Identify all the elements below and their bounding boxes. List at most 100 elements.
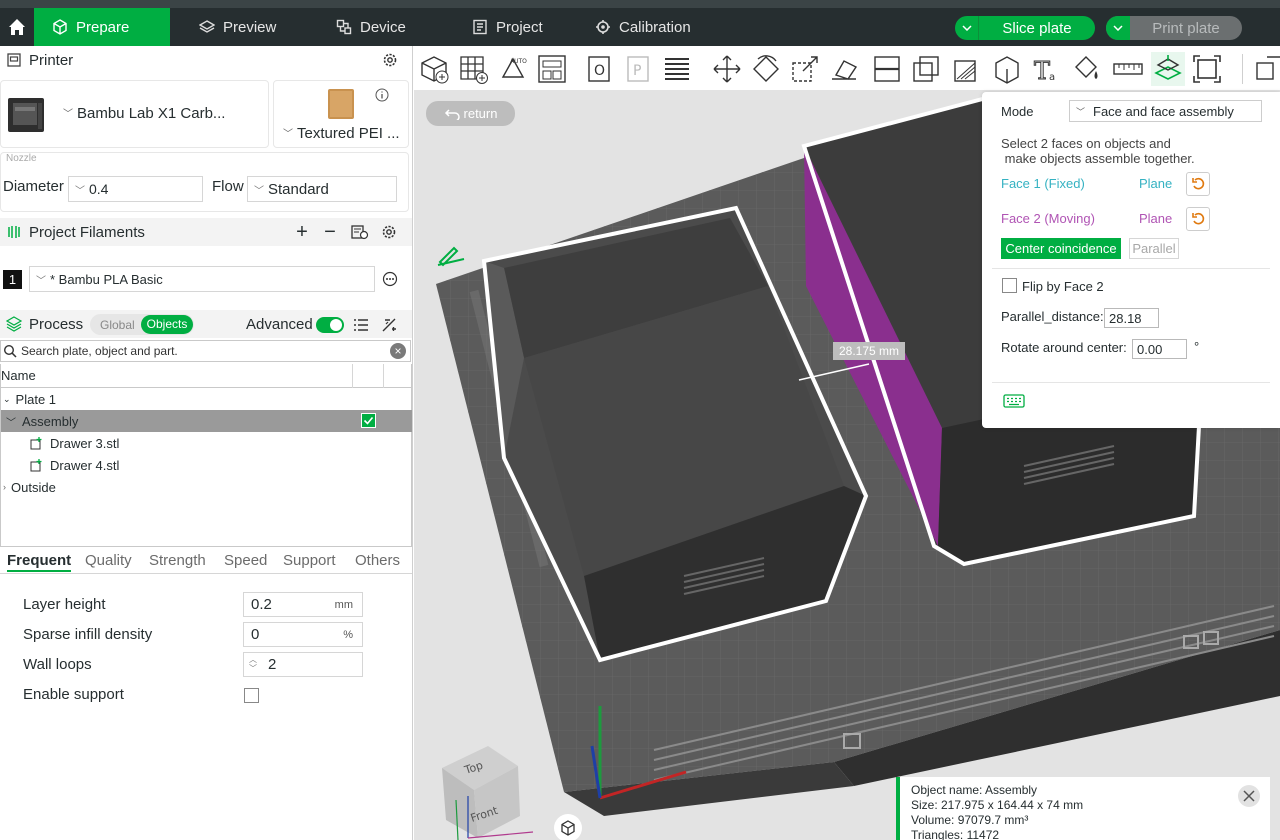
layer-height-label: Layer height <box>23 596 106 613</box>
remove-filament-button[interactable]: − <box>320 221 340 243</box>
lay-on-face-button[interactable] <box>827 52 861 86</box>
global-objects-toggle[interactable]: Global Objects <box>90 314 194 335</box>
face-2-reset-button[interactable] <box>1186 207 1210 231</box>
face-1-type: Plane <box>1139 176 1173 191</box>
cut-button[interactable] <box>870 52 904 86</box>
boolean-button[interactable] <box>909 52 943 86</box>
plate-card[interactable]: ﹀ Textured PEI ... <box>273 80 409 148</box>
printer-card[interactable]: ﹀ Bambu Lab X1 Carb... <box>0 80 269 148</box>
slice-dropdown-toggle[interactable] <box>955 16 979 40</box>
subtab-speed[interactable]: Speed <box>224 552 267 569</box>
compare-button[interactable] <box>379 315 399 335</box>
advanced-toggle[interactable] <box>316 317 344 333</box>
list-view-button[interactable] <box>351 315 371 335</box>
text-button[interactable]: Ta <box>1030 52 1064 86</box>
stepper-arrows-icon[interactable]: ︿ ﹀ <box>249 655 257 673</box>
filament-sync-button[interactable] <box>350 222 370 242</box>
parallel-distance-value: 28.18 <box>1109 310 1142 326</box>
return-arrow-icon <box>444 108 460 120</box>
flip-checkbox[interactable] <box>1002 278 1017 293</box>
layer-height-input[interactable]: 0.2 mm <box>243 592 363 617</box>
assembly-icon <box>1154 55 1182 80</box>
subtab-strength[interactable]: Strength <box>149 552 206 569</box>
plate-view-button[interactable]: O <box>582 52 616 86</box>
arrange-button[interactable] <box>535 52 569 86</box>
auto-orient-button[interactable]: AUTO <box>496 52 530 86</box>
tab-preview[interactable]: Preview <box>181 8 294 46</box>
edit-plate-icon[interactable] <box>437 246 465 267</box>
move-button[interactable] <box>710 52 744 86</box>
wall-loops-input[interactable]: ︿ ﹀ 2 <box>243 652 363 677</box>
tab-project[interactable]: Project <box>454 8 561 46</box>
chevron-down-icon: ﹀ <box>75 185 85 197</box>
keyboard-shortcuts-button[interactable] <box>1003 394 1025 411</box>
print-plate-button[interactable]: Print plate <box>1106 16 1242 40</box>
home-icon <box>9 19 25 35</box>
infill-density-input[interactable]: 0 % <box>243 622 363 647</box>
plate-p-button[interactable]: P <box>621 52 655 86</box>
global-option[interactable]: Global <box>100 318 135 332</box>
filament-select[interactable]: ﹀ * Bambu PLA Basic <box>29 266 375 292</box>
add-filament-button[interactable]: + <box>292 221 312 243</box>
color-paint-button[interactable] <box>1069 52 1103 86</box>
subtab-others[interactable]: Others <box>355 552 400 569</box>
view-toggle-button[interactable] <box>554 814 582 840</box>
face-1-reset-button[interactable] <box>1186 172 1210 196</box>
mode-select[interactable]: ﹀ Face and face assembly <box>1069 100 1262 122</box>
flow-label: Flow <box>212 178 244 195</box>
filament-settings-button[interactable] <box>379 222 399 242</box>
home-button[interactable] <box>0 8 34 46</box>
diameter-select[interactable]: ﹀ 0.4 <box>68 176 203 202</box>
support-paint-button[interactable] <box>948 52 982 86</box>
filament-more-button[interactable] <box>380 269 400 289</box>
search-placeholder[interactable]: Search plate, object and part. <box>21 344 178 358</box>
object-search-box[interactable]: Search plate, object and part. × <box>0 340 411 362</box>
subtab-frequent[interactable]: Frequent <box>7 552 72 572</box>
return-label: return <box>463 106 498 121</box>
close-info-button[interactable] <box>1238 785 1260 807</box>
seam-paint-button[interactable] <box>990 52 1024 86</box>
fit-view-button[interactable] <box>1190 52 1224 86</box>
parallel-button[interactable]: Parallel <box>1129 238 1179 259</box>
assembly-checkbox[interactable] <box>361 413 376 428</box>
tree-row-assembly[interactable]: ﹀ Assembly <box>1 410 412 432</box>
print-dropdown-toggle[interactable] <box>1106 16 1130 40</box>
enable-support-checkbox[interactable] <box>244 688 259 703</box>
subtab-quality[interactable]: Quality <box>85 552 132 569</box>
subtab-support[interactable]: Support <box>283 552 336 569</box>
layers-button[interactable] <box>660 52 694 86</box>
info-icon[interactable] <box>375 88 389 102</box>
parallel-distance-label: Parallel_distance: <box>1001 309 1104 324</box>
more-icon <box>382 271 398 287</box>
add-object-button[interactable] <box>417 52 451 86</box>
measure-button[interactable] <box>1111 52 1145 86</box>
return-button[interactable]: return <box>426 101 515 126</box>
filament-slot-index[interactable]: 1 <box>3 270 22 289</box>
printer-settings-button[interactable] <box>380 50 400 70</box>
tree-row-outside[interactable]: › Outside <box>1 476 412 498</box>
parallel-distance-input[interactable]: 28.18 <box>1104 308 1159 328</box>
tab-prepare[interactable]: Prepare <box>34 8 170 46</box>
tree-row-drawer-3[interactable]: Drawer 3.stl <box>1 432 412 454</box>
tab-calibration[interactable]: Calibration <box>577 8 709 46</box>
diameter-value: 0.4 <box>89 181 109 197</box>
tab-device[interactable]: Device <box>318 8 424 46</box>
add-plate-button[interactable] <box>456 52 490 86</box>
clear-search-icon[interactable]: × <box>390 343 406 359</box>
flow-select[interactable]: ﹀ Standard <box>247 176 397 202</box>
more-tools-button[interactable] <box>1252 52 1280 86</box>
chevron-down-icon: ﹀ <box>283 129 293 140</box>
center-coincidence-button[interactable]: Center coincidence <box>1001 238 1121 259</box>
rotate-button[interactable] <box>749 52 783 86</box>
3d-viewport[interactable]: AUTO O P Ta return 28.175 mm Mode ﹀ Face… <box>414 46 1280 840</box>
assembly-panel: Mode ﹀ Face and face assembly Select 2 f… <box>982 92 1280 428</box>
name-column-header[interactable]: Name <box>1 368 36 383</box>
view-cube[interactable]: Top Front <box>428 736 538 840</box>
objects-option[interactable]: Objects <box>141 315 193 334</box>
scale-button[interactable] <box>788 52 822 86</box>
assembly-tool-button[interactable] <box>1151 52 1185 86</box>
tree-row-drawer-4[interactable]: Drawer 4.stl <box>1 454 412 476</box>
tree-row-plate[interactable]: ⌄ Plate 1 <box>1 388 412 410</box>
rotate-angle-input[interactable]: 0.00 <box>1132 339 1187 359</box>
slice-plate-button[interactable]: Slice plate <box>955 16 1095 40</box>
